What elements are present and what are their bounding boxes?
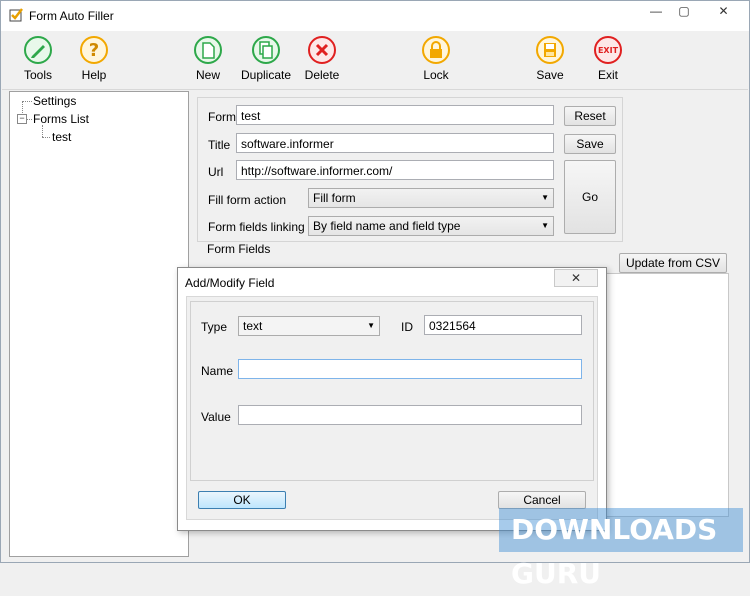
maximize-button[interactable]: ▢: [669, 1, 699, 21]
exit-label: Exit: [597, 68, 618, 82]
form-settings-group: Form test Title software.informer Url ht…: [197, 97, 623, 242]
add-modify-field-dialog: Add/Modify Field ✕ Type text ▼ ID 032156…: [177, 267, 607, 531]
chevron-down-icon: ▼: [541, 193, 549, 202]
fill-action-select[interactable]: Fill form ▼: [308, 188, 554, 208]
cancel-button[interactable]: Cancel: [498, 491, 586, 509]
lock-button[interactable]: Lock: [406, 35, 466, 87]
duplicate-icon: [251, 35, 281, 65]
lock-label: Lock: [423, 68, 449, 82]
help-label: Help: [81, 68, 107, 82]
tree-connector: [22, 101, 32, 102]
form-fields-label: Form Fields: [207, 242, 271, 256]
help-button[interactable]: ? Help: [64, 35, 124, 87]
pencil-icon: [23, 35, 53, 65]
id-input[interactable]: 0321564: [424, 315, 582, 335]
type-select[interactable]: text ▼: [238, 316, 380, 336]
forms-tree: Settings − Forms List test: [9, 91, 189, 557]
go-button[interactable]: Go: [564, 160, 616, 234]
app-icon: [9, 8, 23, 22]
dialog-body: Type text ▼ ID 0321564 Name Value OK Can…: [186, 296, 598, 520]
tree-connector: [42, 125, 43, 137]
lock-icon: [421, 35, 451, 65]
type-label: Type: [201, 320, 228, 334]
ok-button[interactable]: OK: [198, 491, 286, 509]
delete-button[interactable]: Delete: [292, 35, 352, 87]
chevron-down-icon: ▼: [367, 321, 375, 330]
new-button[interactable]: New: [178, 35, 238, 87]
type-value: text: [243, 319, 263, 333]
form-label: Form: [208, 110, 236, 124]
watermark-text: DOWNLOADS GURU: [511, 513, 718, 590]
form-name-input[interactable]: test: [236, 105, 554, 125]
minimize-button[interactable]: —: [641, 1, 671, 21]
tree-item-settings[interactable]: Settings: [33, 94, 76, 108]
new-document-icon: [193, 35, 223, 65]
title-label: Title: [208, 138, 231, 152]
tools-button[interactable]: Tools: [8, 35, 68, 87]
window-title: Form Auto Filler: [29, 9, 114, 23]
dialog-fields-group: Type text ▼ ID 0321564 Name Value: [190, 301, 594, 481]
dialog-title: Add/Modify Field: [185, 276, 275, 290]
new-label: New: [195, 68, 220, 82]
url-input[interactable]: http://software.informer.com/: [236, 160, 554, 180]
id-label: ID: [401, 320, 413, 334]
save-form-button[interactable]: Save: [564, 134, 616, 154]
question-icon: ?: [79, 35, 109, 65]
update-from-csv-button[interactable]: Update from CSV: [619, 253, 727, 273]
duplicate-label: Duplicate: [240, 68, 292, 82]
save-toolbar-label: Save: [536, 68, 564, 82]
downloads-guru-watermark: DOWNLOADS GURU: [499, 508, 743, 590]
name-input[interactable]: [238, 359, 582, 379]
name-label: Name: [201, 364, 234, 378]
floppy-save-icon: [535, 35, 565, 65]
tree-connector: [42, 137, 50, 138]
toolbar: Tools ? Help New Duplicate Delete Lock S…: [2, 31, 748, 90]
url-label: Url: [208, 165, 224, 179]
exit-icon: EXIT: [593, 35, 623, 65]
svg-text:EXIT: EXIT: [598, 46, 619, 55]
delete-x-icon: [307, 35, 337, 65]
tree-item-forms-list[interactable]: Forms List: [33, 112, 89, 126]
value-label: Value: [201, 410, 231, 424]
title-input[interactable]: software.informer: [236, 133, 554, 153]
chevron-down-icon: ▼: [541, 221, 549, 230]
app-window: Form Auto Filler — ▢ ✕ Tools ? Help New …: [0, 0, 750, 590]
fill-action-label: Fill form action: [208, 193, 287, 207]
linking-value: By field name and field type: [313, 219, 461, 233]
tree-item-test[interactable]: test: [52, 130, 71, 144]
linking-label: Form fields linking: [208, 220, 305, 234]
linking-select[interactable]: By field name and field type ▼: [308, 216, 554, 236]
tree-connector: [27, 119, 32, 120]
exit-button[interactable]: EXIT Exit: [578, 35, 638, 87]
save-toolbar-button[interactable]: Save: [520, 35, 580, 87]
title-bar: Form Auto Filler — ▢ ✕: [1, 1, 749, 31]
value-input[interactable]: [238, 405, 582, 425]
reset-button[interactable]: Reset: [564, 106, 616, 126]
close-button[interactable]: ✕: [701, 1, 746, 21]
delete-label: Delete: [304, 68, 340, 82]
collapse-icon[interactable]: −: [17, 114, 27, 124]
tools-label: Tools: [23, 68, 52, 82]
svg-text:?: ?: [89, 40, 99, 61]
duplicate-button[interactable]: Duplicate: [236, 35, 296, 87]
fill-action-value: Fill form: [313, 191, 356, 205]
dialog-close-button[interactable]: ✕: [554, 269, 598, 287]
